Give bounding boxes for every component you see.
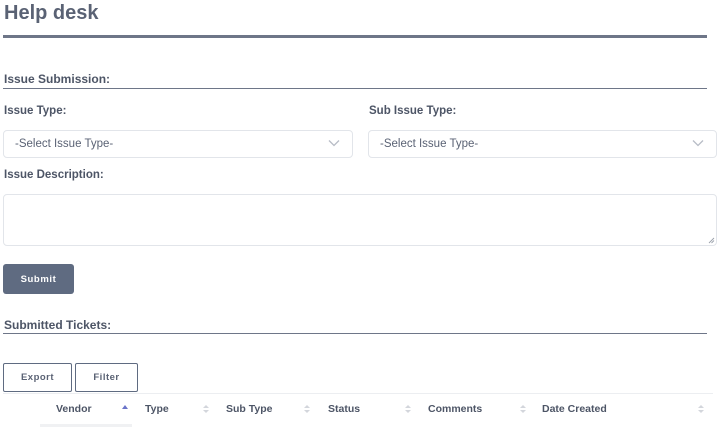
sort-icon[interactable]	[304, 404, 310, 414]
issue-submission-divider	[3, 88, 707, 89]
submitted-tickets-heading: Submitted Tickets:	[4, 318, 112, 332]
export-button[interactable]: Export	[3, 363, 72, 392]
sub-issue-type-selected-value: -Select Issue Type-	[380, 138, 479, 150]
issue-description-textarea[interactable]	[3, 194, 717, 246]
resize-handle-icon[interactable]	[708, 237, 715, 244]
column-header-date-created[interactable]: Date Created	[542, 403, 607, 415]
column-header-comments[interactable]: Comments	[428, 403, 482, 415]
column-header-sub-type[interactable]: Sub Type	[226, 403, 272, 415]
chevron-down-icon	[328, 140, 340, 147]
sub-issue-type-select[interactable]: -Select Issue Type-	[368, 130, 717, 158]
sort-icon[interactable]	[203, 404, 209, 414]
title-divider	[3, 35, 707, 38]
chevron-down-icon	[692, 140, 704, 147]
tickets-table-header: Vendor Type Sub Type Status Comments Dat…	[3, 393, 713, 425]
issue-type-label: Issue Type:	[4, 105, 67, 117]
sort-icon[interactable]	[405, 404, 411, 414]
sort-ascending-icon[interactable]	[122, 404, 128, 414]
sub-issue-type-label: Sub Issue Type:	[369, 105, 457, 117]
issue-description-label: Issue Description:	[4, 169, 104, 181]
sort-icon[interactable]	[520, 404, 526, 414]
sort-icon[interactable]	[698, 404, 704, 414]
page-title: Help desk	[4, 2, 99, 24]
help-desk-page: Help desk Issue Submission: Issue Type: …	[0, 0, 720, 427]
column-header-vendor[interactable]: Vendor	[56, 403, 92, 415]
column-header-status[interactable]: Status	[328, 403, 360, 415]
submit-button[interactable]: Submit	[3, 264, 74, 294]
issue-type-select[interactable]: -Select Issue Type-	[3, 130, 353, 158]
submitted-tickets-divider	[3, 333, 707, 334]
filter-button[interactable]: Filter	[75, 363, 138, 392]
issue-type-selected-value: -Select Issue Type-	[15, 138, 114, 150]
issue-submission-heading: Issue Submission:	[4, 72, 111, 86]
column-header-type[interactable]: Type	[145, 403, 169, 415]
